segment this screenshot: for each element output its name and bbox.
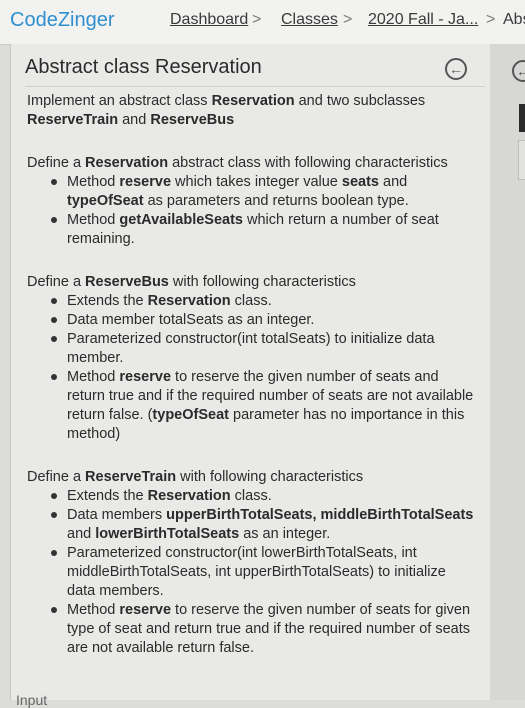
text-run: and two subclasses bbox=[294, 93, 426, 109]
bold-term: getAvailableSeats bbox=[119, 212, 243, 228]
bold-term: reserve bbox=[119, 369, 172, 385]
bold-term: Reservation bbox=[211, 93, 295, 109]
bold-term: Reservation bbox=[85, 155, 169, 171]
breadcrumb-separator: > bbox=[252, 11, 262, 28]
list-item: Extends the Reservation class. bbox=[51, 487, 477, 506]
text-run: Parameterized constructor(int lowerBirth… bbox=[67, 545, 446, 599]
text-run: Parameterized constructor(int totalSeats… bbox=[67, 331, 435, 366]
text-run: Method bbox=[67, 369, 120, 385]
text-run: and bbox=[67, 526, 96, 542]
section-heading: Define a ReserveTrain with following cha… bbox=[27, 468, 477, 487]
input-heading: Input bbox=[16, 692, 48, 708]
list-item: Parameterized constructor(int totalSeats… bbox=[51, 330, 477, 368]
intro-paragraph: Implement an abstract class Reservation … bbox=[27, 92, 477, 130]
requirement-section: Define a Reservation abstract class with… bbox=[27, 154, 477, 249]
problem-description: Implement an abstract class Reservation … bbox=[27, 92, 477, 658]
list-item: Method reserve to reserve the given numb… bbox=[51, 368, 477, 444]
back-arrow-icon[interactable]: ← bbox=[445, 58, 467, 80]
text-run: class. bbox=[230, 293, 272, 309]
text-run: abstract class with following characteri… bbox=[168, 155, 448, 171]
bold-term: typeOfSeat bbox=[152, 407, 229, 423]
problem-title: Abstract class Reservation bbox=[25, 56, 262, 78]
breadcrumb-classes[interactable]: Classes bbox=[281, 11, 338, 29]
bold-term: typeOfSeat bbox=[67, 193, 144, 209]
text-run: Data member totalSeats as an integer. bbox=[67, 312, 315, 328]
text-run: and bbox=[118, 112, 151, 128]
bold-term: ReserveTrain bbox=[27, 112, 119, 128]
bold-term: reserve bbox=[119, 602, 172, 618]
requirement-section: Define a ReserveBus with following chara… bbox=[27, 273, 477, 444]
text-run: as an integer. bbox=[239, 526, 331, 542]
bold-term: reserve bbox=[119, 174, 172, 190]
title-divider bbox=[25, 86, 485, 87]
problem-panel: Abstract class Reservation ← Implement a… bbox=[10, 44, 492, 700]
text-run: Method bbox=[67, 602, 120, 618]
bold-term: lowerBirthTotalSeats bbox=[95, 526, 240, 542]
requirement-list: Extends the Reservation class. Data membe… bbox=[27, 487, 477, 658]
text-run: Define a bbox=[27, 274, 86, 290]
text-run: and bbox=[378, 174, 408, 190]
text-run: Method bbox=[67, 212, 120, 228]
text-run: Extends the bbox=[67, 293, 148, 309]
section-heading: Define a Reservation abstract class with… bbox=[27, 154, 477, 173]
list-item: Method reserve to reserve the given numb… bbox=[51, 601, 477, 658]
bold-term: ReserveBus bbox=[150, 112, 235, 128]
list-item: Method reserve which takes integer value… bbox=[51, 173, 477, 211]
requirement-list: Method reserve which takes integer value… bbox=[27, 173, 477, 249]
bold-term: seats bbox=[341, 174, 379, 190]
list-item: Data member totalSeats as an integer. bbox=[51, 311, 477, 330]
bold-term: Reservation bbox=[147, 293, 231, 309]
breadcrumb-current: Abs bbox=[503, 11, 525, 28]
text-run: Implement an abstract class bbox=[27, 93, 212, 109]
breadcrumb-dashboard[interactable]: Dashboard bbox=[170, 11, 248, 29]
requirement-section: Define a ReserveTrain with following cha… bbox=[27, 468, 477, 658]
logo[interactable]: CodeZinger bbox=[10, 9, 115, 32]
breadcrumb-class[interactable]: 2020 Fall - Ja... bbox=[368, 11, 478, 29]
bold-term: Reservation bbox=[147, 488, 231, 504]
text-run: which takes integer value bbox=[171, 174, 342, 190]
text-run: as parameters and returns boolean type. bbox=[143, 193, 409, 209]
text-run: Define a bbox=[27, 155, 86, 171]
list-item: Parameterized constructor(int lowerBirth… bbox=[51, 544, 477, 601]
bold-term: upperBirthTotalSeats, middleBirthTotalSe… bbox=[166, 507, 474, 523]
text-run: Extends the bbox=[67, 488, 148, 504]
bold-term: ReserveTrain bbox=[85, 469, 177, 485]
breadcrumb-separator: > bbox=[486, 11, 496, 28]
breadcrumb-separator: > bbox=[343, 11, 353, 28]
list-item: Method getAvailableSeats which return a … bbox=[51, 211, 477, 249]
text-run: with following characteristics bbox=[176, 469, 364, 485]
text-run: Data members bbox=[67, 507, 167, 523]
editor-bar bbox=[519, 104, 525, 132]
text-run: class. bbox=[230, 488, 272, 504]
text-run: Method bbox=[67, 174, 120, 190]
top-navigation-bar: CodeZinger Dashboard > Classes > 2020 Fa… bbox=[0, 0, 525, 45]
list-item: Data members upperBirthTotalSeats, middl… bbox=[51, 506, 477, 544]
bold-term: ReserveBus bbox=[85, 274, 169, 290]
list-item: Extends the Reservation class. bbox=[51, 292, 477, 311]
text-run: with following characteristics bbox=[168, 274, 356, 290]
text-run: Define a bbox=[27, 469, 86, 485]
editor-box[interactable] bbox=[518, 140, 525, 180]
section-heading: Define a ReserveBus with following chara… bbox=[27, 273, 477, 292]
requirement-list: Extends the Reservation class. Data membe… bbox=[27, 292, 477, 444]
